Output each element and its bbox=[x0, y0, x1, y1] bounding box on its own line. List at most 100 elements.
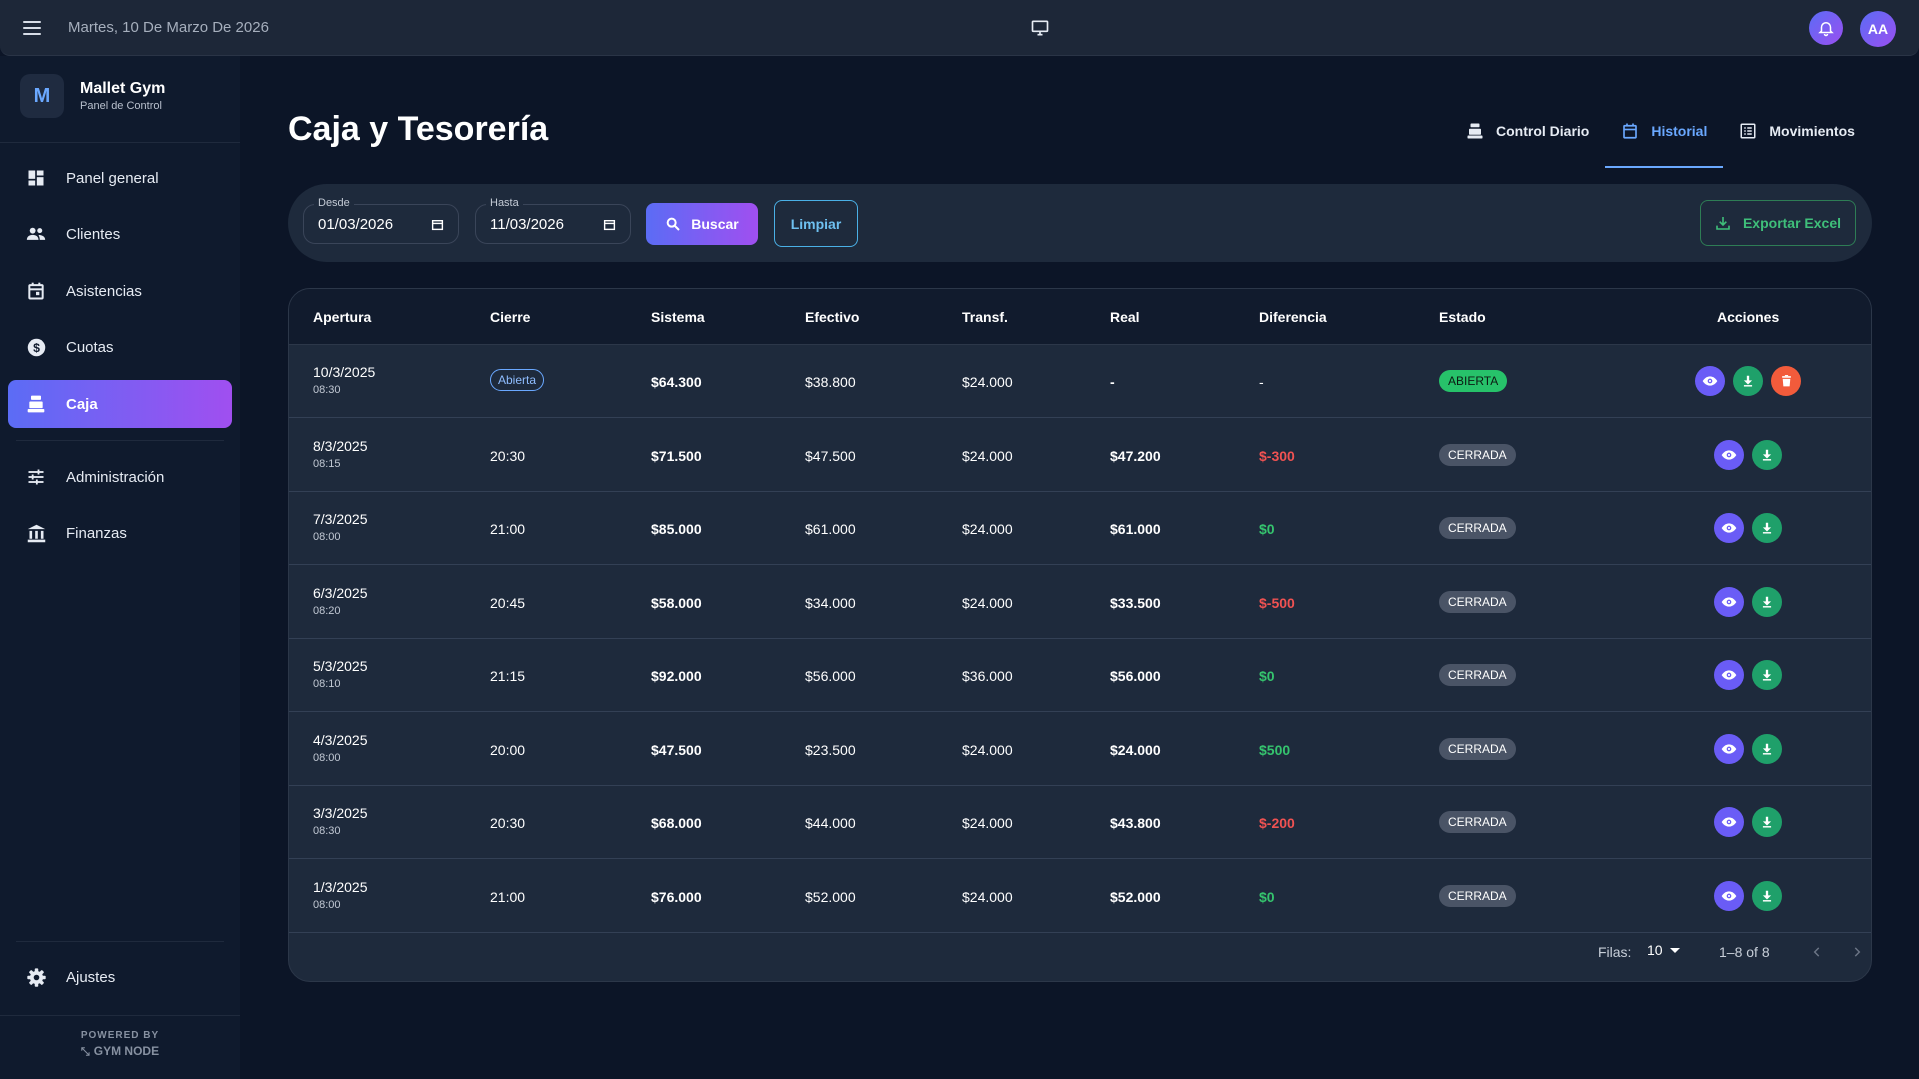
sidebar-item-label: Clientes bbox=[66, 225, 121, 243]
apertura-time: 08:00 bbox=[313, 751, 341, 764]
download-button[interactable] bbox=[1752, 586, 1782, 617]
sidebar-item-administracion[interactable]: Administración bbox=[8, 453, 232, 501]
sidebar-item-asistencias[interactable]: Asistencias bbox=[8, 267, 232, 315]
cierre-cell: 20:45 bbox=[490, 594, 526, 611]
table-row: 3/3/2025 08:30 20:30 $68.000 $44.000 $24… bbox=[289, 786, 1871, 859]
desde-date-field[interactable]: Desde 01/03/2026 bbox=[303, 197, 459, 244]
filter-bar: Desde 01/03/2026 Hasta 11/03/2026 Buscar… bbox=[288, 184, 1872, 262]
table-pagination: Filas: 10 1–8 of 8 bbox=[289, 929, 1871, 981]
eye-icon bbox=[1721, 817, 1737, 827]
divider bbox=[16, 440, 224, 441]
hasta-date-field[interactable]: Hasta 11/03/2026 bbox=[475, 197, 631, 244]
column-header: Acciones bbox=[1717, 309, 1780, 325]
efectivo-cell: $34.000 bbox=[805, 594, 856, 611]
real-cell: $47.200 bbox=[1110, 447, 1161, 464]
top-bar: Martes, 10 De Marzo De 2026 AA bbox=[0, 0, 1919, 56]
view-button[interactable] bbox=[1714, 880, 1744, 911]
monitor-icon[interactable] bbox=[1030, 18, 1050, 38]
view-button[interactable] bbox=[1714, 513, 1744, 543]
download-icon bbox=[1716, 217, 1730, 230]
tab-control-diario[interactable]: Control Diario bbox=[1450, 110, 1605, 152]
real-cell: $52.000 bbox=[1110, 888, 1161, 905]
rows-per-page-select[interactable]: 10 bbox=[1647, 942, 1680, 958]
diferencia-cell: $-200 bbox=[1259, 815, 1295, 831]
download-icon bbox=[1743, 375, 1753, 387]
search-button[interactable]: Buscar bbox=[646, 203, 758, 245]
chevron-down-icon bbox=[1669, 947, 1680, 953]
cierre-cell: 20:00 bbox=[490, 741, 526, 758]
dollar-icon: $ bbox=[27, 338, 45, 356]
rows-per-page-label: Filas: bbox=[1598, 944, 1632, 960]
notifications-button[interactable] bbox=[1809, 11, 1843, 45]
view-button[interactable] bbox=[1714, 733, 1744, 764]
download-icon bbox=[1762, 743, 1772, 755]
tab-label: Historial bbox=[1651, 123, 1708, 139]
table-row: 10/3/2025 08:30 Abierta $64.300 $38.800 … bbox=[289, 345, 1871, 418]
sidebar-item-caja[interactable]: Caja bbox=[8, 380, 232, 428]
export-label: Exportar Excel bbox=[1742, 215, 1842, 231]
view-button[interactable] bbox=[1714, 586, 1744, 617]
hasta-label: Hasta bbox=[486, 197, 523, 209]
tab-movimientos[interactable]: Movimientos bbox=[1723, 110, 1871, 152]
table-row: 4/3/2025 08:00 20:00 $47.500 $23.500 $24… bbox=[289, 713, 1871, 786]
download-button[interactable] bbox=[1752, 807, 1782, 837]
apertura-cell: 3/3/2025 08:30 bbox=[313, 805, 368, 837]
divider bbox=[16, 941, 224, 942]
view-button[interactable] bbox=[1714, 439, 1744, 470]
dashboard-icon bbox=[28, 170, 44, 186]
status-badge: CERRADA bbox=[1439, 737, 1516, 760]
sidebar-item-cuotas[interactable]: $ Cuotas bbox=[8, 323, 232, 371]
sistema-cell: $68.000 bbox=[651, 815, 702, 831]
view-button[interactable] bbox=[1695, 366, 1725, 396]
page-title: Caja y Tesorería bbox=[288, 110, 549, 148]
sidebar-item-finanzas[interactable]: Finanzas bbox=[8, 509, 232, 557]
history-table: Apertura Cierre Sistema Efectivo Transf.… bbox=[288, 288, 1872, 982]
gear-icon bbox=[26, 967, 46, 987]
table-row: 5/3/2025 08:10 21:15 $92.000 $56.000 $36… bbox=[289, 639, 1871, 712]
settings-button[interactable]: Ajustes bbox=[8, 953, 232, 1001]
sidebar-item-panel-general[interactable]: Panel general bbox=[8, 154, 232, 202]
tab-label: Control Diario bbox=[1496, 123, 1590, 139]
export-excel-button[interactable]: Exportar Excel bbox=[1700, 200, 1856, 246]
transf-cell: $24.000 bbox=[962, 447, 1013, 464]
brand: M Mallet Gym Panel de Control bbox=[20, 74, 165, 118]
download-button[interactable] bbox=[1752, 439, 1782, 470]
status-badge: CERRADA bbox=[1439, 884, 1516, 907]
sidebar-item-clientes[interactable]: Clientes bbox=[8, 210, 232, 258]
view-button[interactable] bbox=[1714, 807, 1744, 837]
sidebar: M Mallet Gym Panel de Control Panel gene… bbox=[0, 56, 240, 1079]
download-button[interactable] bbox=[1752, 660, 1782, 690]
calendar-icon[interactable] bbox=[603, 218, 616, 231]
user-avatar[interactable]: AA bbox=[1860, 11, 1896, 47]
clear-button[interactable]: Limpiar bbox=[774, 200, 858, 247]
next-page-button[interactable] bbox=[1843, 938, 1871, 966]
tab-historial[interactable]: Historial bbox=[1605, 110, 1724, 168]
apertura-cell: 10/3/2025 08:30 bbox=[313, 364, 375, 396]
apertura-cell: 5/3/2025 08:10 bbox=[313, 658, 368, 690]
apertura-date: 6/3/2025 bbox=[313, 584, 368, 601]
apertura-time: 08:30 bbox=[313, 384, 341, 396]
prev-page-button[interactable] bbox=[1803, 938, 1831, 966]
rows-per-page-value: 10 bbox=[1647, 942, 1663, 958]
status-badge: CERRADA bbox=[1439, 517, 1516, 539]
hasta-value: 11/03/2026 bbox=[490, 216, 564, 233]
column-header: Diferencia bbox=[1259, 309, 1327, 325]
menu-icon[interactable] bbox=[16, 12, 48, 44]
list-icon bbox=[1740, 123, 1756, 139]
sistema-cell: $58.000 bbox=[651, 594, 702, 611]
download-button[interactable] bbox=[1752, 733, 1782, 764]
calendar-icon bbox=[1623, 123, 1638, 139]
view-button[interactable] bbox=[1714, 660, 1744, 690]
apertura-date: 5/3/2025 bbox=[313, 658, 368, 674]
sidebar-item-label: Asistencias bbox=[66, 282, 142, 300]
column-header: Estado bbox=[1439, 309, 1486, 325]
download-button[interactable] bbox=[1752, 880, 1782, 911]
delete-button[interactable] bbox=[1771, 366, 1801, 396]
download-button[interactable] bbox=[1733, 366, 1763, 396]
bell-icon bbox=[1818, 22, 1834, 37]
download-button[interactable] bbox=[1752, 513, 1782, 543]
efectivo-cell: $47.500 bbox=[805, 447, 856, 464]
calendar-icon[interactable] bbox=[431, 218, 444, 231]
diferencia-cell: $-500 bbox=[1259, 594, 1295, 611]
cierre-cell: 21:00 bbox=[490, 888, 526, 905]
